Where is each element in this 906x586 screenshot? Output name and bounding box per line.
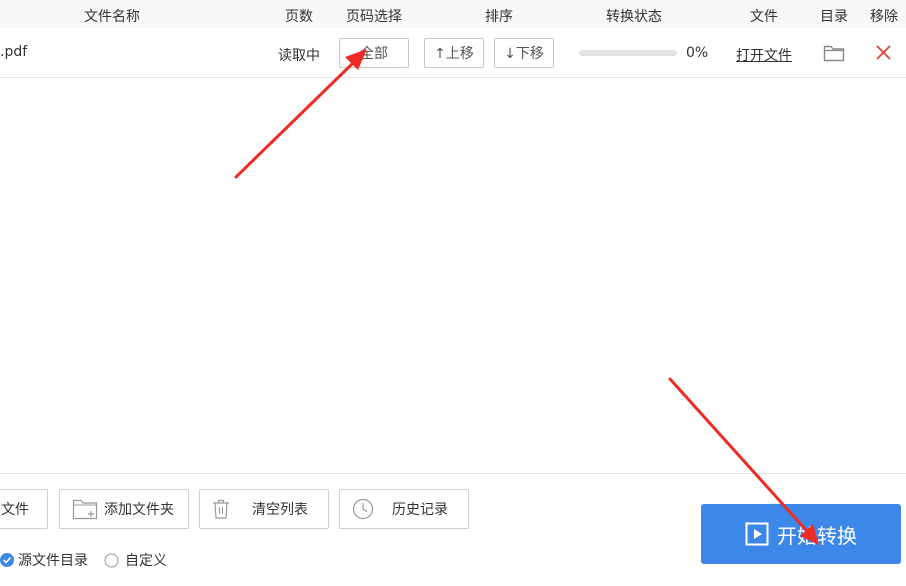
clear-list-label: 清空列表 xyxy=(252,502,308,518)
history-button[interactable]: 历史记录 xyxy=(339,489,469,529)
progress-text: 0% xyxy=(686,45,709,61)
divider xyxy=(0,473,906,474)
source-dir-label: 源文件目录 xyxy=(18,553,88,569)
col-directory: 目录 xyxy=(820,9,848,25)
progress-bar xyxy=(579,50,677,56)
open-file-link[interactable]: 打开文件 xyxy=(736,45,792,65)
trash-icon xyxy=(212,499,230,519)
col-file: 文件 xyxy=(750,9,778,25)
output-dir-options: 源文件目录 自定义 xyxy=(0,551,167,569)
custom-dir-label: 自定义 xyxy=(125,553,167,569)
move-down-button[interactable]: ↓下移 xyxy=(494,38,554,68)
play-icon xyxy=(745,522,769,546)
column-header: 文件名称 页数 页码选择 排序 转换状态 文件 目录 移除 xyxy=(0,0,906,28)
col-file-name: 文件名称 xyxy=(84,9,140,25)
custom-dir-radio[interactable] xyxy=(104,553,119,568)
start-convert-label: 开始转换 xyxy=(777,523,857,548)
col-remove: 移除 xyxy=(870,9,898,25)
folder-icon[interactable] xyxy=(823,43,845,62)
close-icon[interactable] xyxy=(876,45,891,60)
col-status: 转换状态 xyxy=(606,9,662,25)
history-label: 历史记录 xyxy=(392,502,448,518)
add-folder-button[interactable]: 添加文件夹 xyxy=(59,489,189,529)
folder-add-icon xyxy=(72,498,98,520)
source-dir-radio[interactable] xyxy=(0,553,14,567)
clock-icon xyxy=(352,498,374,520)
file-name: .pdf xyxy=(0,44,28,60)
add-file-button[interactable]: 文件 xyxy=(0,489,48,529)
page-count: 读取中 xyxy=(278,48,320,64)
move-up-button[interactable]: ↑上移 xyxy=(424,38,484,68)
file-row: .pdf 读取中 全部 ↑上移 ↓下移 0% 打开文件 xyxy=(0,28,906,78)
clear-list-button[interactable]: 清空列表 xyxy=(199,489,329,529)
col-sort: 排序 xyxy=(485,9,513,25)
start-convert-button[interactable]: 开始转换 xyxy=(701,504,901,564)
page-select-button[interactable]: 全部 xyxy=(339,38,409,68)
add-folder-label: 添加文件夹 xyxy=(104,502,174,518)
add-file-label: 文件 xyxy=(1,502,29,518)
col-pages: 页数 xyxy=(285,9,313,25)
col-page-select: 页码选择 xyxy=(346,9,402,25)
